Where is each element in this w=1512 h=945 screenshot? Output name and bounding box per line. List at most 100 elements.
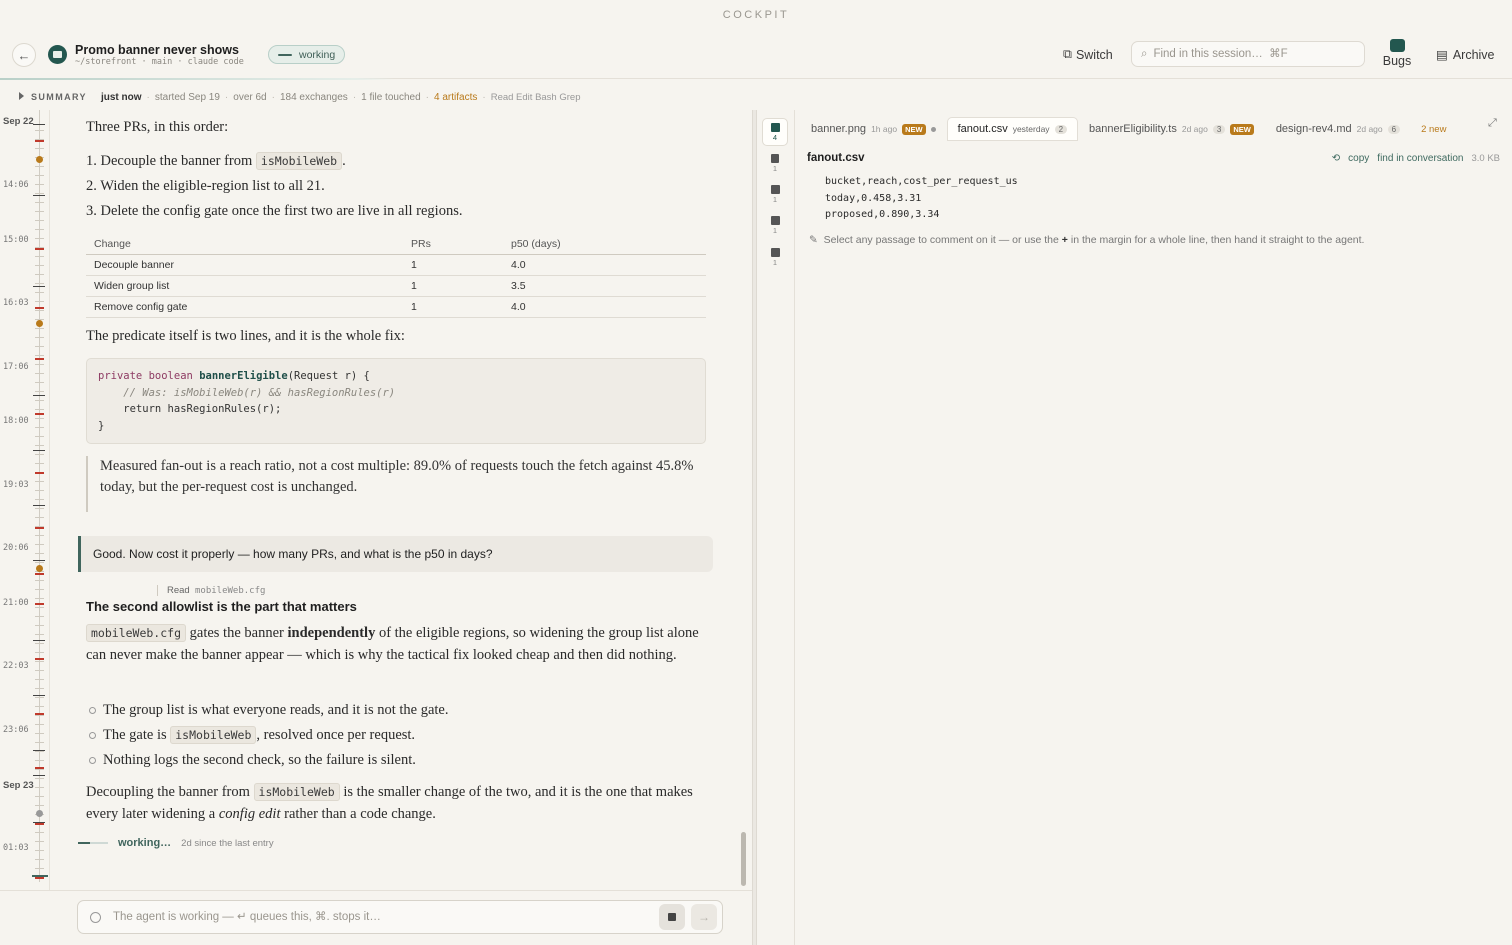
- tool-file: mobileWeb.cfg: [195, 586, 266, 596]
- rail-all-artifacts[interactable]: 4: [762, 118, 788, 146]
- timeline-rail[interactable]: Sep 22 14:06 15:00 16:03 17:06 18:00 19:03 20:0…: [0, 110, 50, 890]
- timeline-marker[interactable]: [35, 413, 44, 415]
- timeline-entry[interactable]: [33, 640, 45, 641]
- timeline-entry[interactable]: [33, 124, 45, 125]
- search-input[interactable]: [1153, 48, 1354, 60]
- rail-data[interactable]: 1: [762, 212, 788, 240]
- summary-started: started Sep 19: [154, 91, 220, 103]
- file-content[interactable]: bucket,reach,cost_per_request_us today,0.…: [825, 174, 1018, 224]
- document-icon: [771, 154, 779, 163]
- tab-design-rev4-md[interactable]: design-rev4.md 2d ago 6: [1265, 117, 1411, 141]
- summary-artifacts[interactable]: 4 artifacts: [434, 92, 477, 103]
- copy-button[interactable]: copy: [1348, 153, 1369, 164]
- table-cell: Remove config gate: [86, 296, 403, 318]
- timeline-dot[interactable]: [36, 156, 43, 163]
- timeline-entry[interactable]: [33, 505, 45, 506]
- timeline-tick: [35, 634, 44, 635]
- timeline-label: 19:03: [3, 480, 29, 490]
- table-cell: 4.0: [503, 296, 706, 318]
- timeline-entry[interactable]: [33, 395, 45, 396]
- image-icon: [770, 248, 780, 257]
- timeline-entry[interactable]: [33, 560, 45, 561]
- timeline-tick: [35, 166, 44, 167]
- timeline-marker[interactable]: [35, 307, 44, 309]
- gate-bullets: The group list is what everyone reads, a…: [86, 699, 706, 774]
- chat-scrollbar[interactable]: [741, 832, 746, 886]
- timeline-marker[interactable]: [35, 767, 44, 769]
- timeline-marker[interactable]: [35, 823, 44, 825]
- message-input[interactable]: [113, 911, 643, 923]
- timeline-tick: [35, 202, 44, 203]
- timeline-entry[interactable]: [33, 695, 45, 696]
- timeline-marker[interactable]: [35, 472, 44, 474]
- list-item: 3. Delete the config gate once the first…: [86, 203, 463, 219]
- timeline-tick: [35, 427, 44, 428]
- file-line[interactable]: bucket,reach,cost_per_request_us: [825, 174, 1018, 191]
- switch-button[interactable]: ⧉ Switch: [1063, 47, 1113, 62]
- timeline-dot[interactable]: [36, 565, 43, 572]
- timeline-dot[interactable]: [36, 320, 43, 327]
- timeline-tick: [35, 409, 44, 410]
- summary-files: 1 file touched: [361, 91, 421, 103]
- comment-hint: ✎ Select any passage to comment on it — …: [809, 234, 1365, 246]
- archive-icon: ▤: [1436, 48, 1448, 62]
- find-in-conversation-button[interactable]: find in conversation: [1377, 153, 1463, 164]
- timeline-tick: [35, 616, 44, 617]
- archive-button[interactable]: ▤ Archive: [1436, 47, 1495, 63]
- progress-dash-icon: [78, 842, 108, 844]
- attach-icon[interactable]: [90, 911, 101, 923]
- timeline-marker[interactable]: [35, 573, 44, 575]
- stop-button[interactable]: [659, 904, 685, 930]
- timeline-marker[interactable]: [35, 603, 44, 605]
- response-heading: The second allowlist is the part that ma…: [86, 599, 357, 614]
- switch-label: Switch: [1075, 47, 1113, 62]
- summary-tools: Read Edit Bash Grep: [490, 91, 581, 103]
- list-item: Nothing logs the second check, so the fa…: [86, 749, 706, 771]
- file-viewer: fanout.csv ⟲ copy find in conversation 3…: [796, 141, 1512, 945]
- tool-name: Read: [167, 585, 190, 596]
- summary-updated: just now: [100, 91, 142, 103]
- tab-banner-png[interactable]: banner.png 1h ago NEW: [800, 117, 947, 141]
- timeline-marker[interactable]: [35, 658, 44, 660]
- tab-fanout-csv[interactable]: fanout.csv yesterday 2: [946, 117, 1079, 141]
- timeline-entry[interactable]: [33, 775, 45, 776]
- timeline-tick: [35, 751, 44, 752]
- timeline-marker[interactable]: [35, 527, 44, 529]
- file-line[interactable]: today,0.458,3.31: [825, 191, 1018, 208]
- rail-documents[interactable]: 1: [762, 150, 788, 178]
- timeline-entry[interactable]: [33, 286, 45, 287]
- timeline-entry[interactable]: [33, 195, 45, 196]
- summary-duration: over 6d: [233, 91, 267, 103]
- back-button[interactable]: ←: [12, 43, 36, 67]
- timeline-dot[interactable]: [36, 810, 43, 817]
- timeline-marker[interactable]: [35, 713, 44, 715]
- timeline-tick: [35, 490, 44, 491]
- timeline-entry[interactable]: [33, 750, 45, 751]
- summary-toggle[interactable]: SUMMARY: [19, 92, 87, 102]
- file-line[interactable]: proposed,0.890,3.34: [825, 207, 1018, 224]
- timeline-marker[interactable]: [35, 358, 44, 360]
- table-cell: 4.0: [503, 254, 706, 276]
- message-box[interactable]: →: [77, 900, 723, 934]
- bugs-button[interactable]: Bugs: [1381, 39, 1413, 68]
- inline-code: isMobileWeb: [170, 726, 257, 744]
- timeline-marker[interactable]: [35, 248, 44, 250]
- rail-code[interactable]: 1: [762, 181, 788, 209]
- tool-call-read[interactable]: Read mobileWeb.cfg: [157, 585, 265, 596]
- session-search[interactable]: ⌕: [1131, 41, 1365, 67]
- timeline-marker[interactable]: [35, 140, 44, 142]
- table-header: Change: [86, 234, 403, 255]
- history-icon[interactable]: ⟲: [1332, 153, 1340, 164]
- expand-icon[interactable]: ⤢: [1488, 117, 1497, 130]
- new-count[interactable]: 2 new: [1421, 117, 1446, 141]
- timeline-tick: [35, 481, 44, 482]
- timeline-marker[interactable]: [35, 877, 44, 879]
- tab-banner-eligibility-ts[interactable]: bannerEligibility.ts 2d ago 3 NEW: [1078, 117, 1265, 141]
- arrow-right-icon: →: [698, 910, 710, 924]
- timeline-entry[interactable]: [33, 450, 45, 451]
- rail-images[interactable]: 1: [762, 244, 788, 272]
- timeline-entry[interactable]: [33, 822, 45, 823]
- inline-code: mobileWeb.cfg: [86, 624, 187, 642]
- send-button[interactable]: →: [691, 904, 717, 930]
- timeline-tick: [35, 256, 44, 257]
